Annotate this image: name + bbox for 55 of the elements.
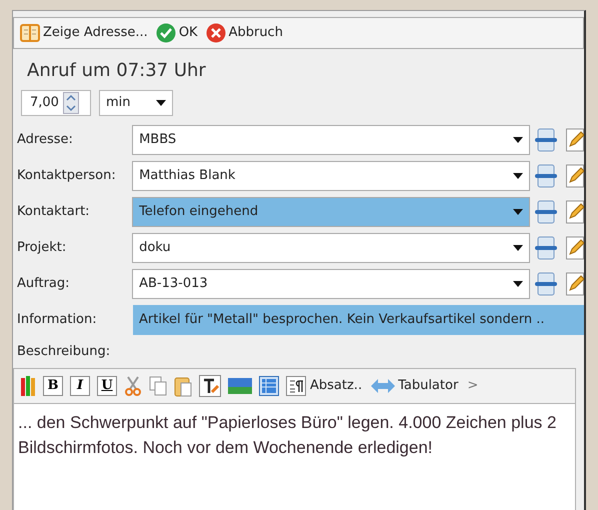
list-icon[interactable] (534, 128, 558, 152)
combo-field[interactable]: MBBS (132, 125, 530, 155)
field-label: Information: (16, 311, 98, 330)
copy-icon[interactable] (149, 376, 167, 396)
caret-icon (513, 137, 523, 143)
field-label: Kontaktperson: (16, 167, 117, 186)
italic-button[interactable]: I (70, 376, 90, 396)
caret-icon (513, 209, 523, 215)
ok-button[interactable]: OK (154, 23, 200, 43)
bold-button[interactable]: B (43, 376, 63, 396)
pencil-icon[interactable] (566, 236, 584, 260)
spinner-arrows-icon[interactable] (62, 92, 79, 114)
combo-field[interactable]: Telefon eingehend (132, 197, 530, 227)
more-button[interactable]: > (467, 376, 478, 396)
list-icon[interactable] (534, 236, 558, 260)
field-label: Auftrag: (16, 275, 71, 294)
combo-field[interactable]: doku (132, 233, 530, 263)
underline-button[interactable]: U (97, 376, 117, 396)
tabulator-button[interactable]: Tabulator (369, 376, 460, 396)
unit-dropdown[interactable]: min (99, 90, 173, 116)
check-icon (156, 23, 176, 43)
description-label: Beschreibung: (16, 343, 112, 361)
caret-icon (513, 281, 523, 287)
paste-icon[interactable] (174, 374, 192, 396)
caret-icon (513, 245, 523, 251)
pencil-icon[interactable] (566, 128, 584, 152)
field-label: Kontaktart: (16, 203, 91, 222)
book-icon (20, 24, 40, 42)
table-icon[interactable] (259, 376, 279, 396)
image-icon[interactable] (228, 378, 252, 394)
pencil-icon[interactable] (566, 200, 584, 224)
pencil-icon[interactable] (566, 164, 584, 188)
show-address-button[interactable]: Zeige Adresse... (18, 23, 150, 43)
combo-field[interactable]: Matthias Blank (132, 161, 530, 191)
close-icon (206, 23, 226, 43)
cut-icon[interactable] (124, 376, 142, 396)
field-label: Projekt: (16, 239, 68, 258)
double-arrow-icon (371, 378, 396, 394)
field-label: Adresse: (16, 131, 74, 150)
paragraph-style-button[interactable]: Absatz.. (310, 376, 362, 396)
cancel-button[interactable]: Abbruch (204, 23, 285, 43)
text-style-icon[interactable] (199, 374, 221, 396)
call-title: Anruf um 07:37 Uhr (26, 59, 207, 83)
paragraph-icon[interactable] (286, 376, 306, 396)
colors-icon[interactable] (20, 374, 36, 396)
info-field: Artikel für "Metall" besprochen. Kein Verkaufsartikel sondern .. (133, 305, 584, 335)
duration-field[interactable]: 7,00 (21, 90, 91, 116)
list-icon[interactable] (534, 200, 558, 224)
list-icon[interactable] (534, 272, 558, 296)
pencil-icon[interactable] (566, 272, 584, 296)
description-text[interactable]: ... den Schwerpunkt auf "Papierloses Büro" legen. 4.000 Zeichen plus 2 Bildschirmfotos. Noch vor dem Wochenende erledigen! (13, 404, 576, 510)
caret-icon (513, 173, 523, 179)
caret-icon (156, 100, 166, 106)
list-icon[interactable] (534, 164, 558, 188)
combo-field[interactable]: AB-13-013 (132, 269, 530, 299)
